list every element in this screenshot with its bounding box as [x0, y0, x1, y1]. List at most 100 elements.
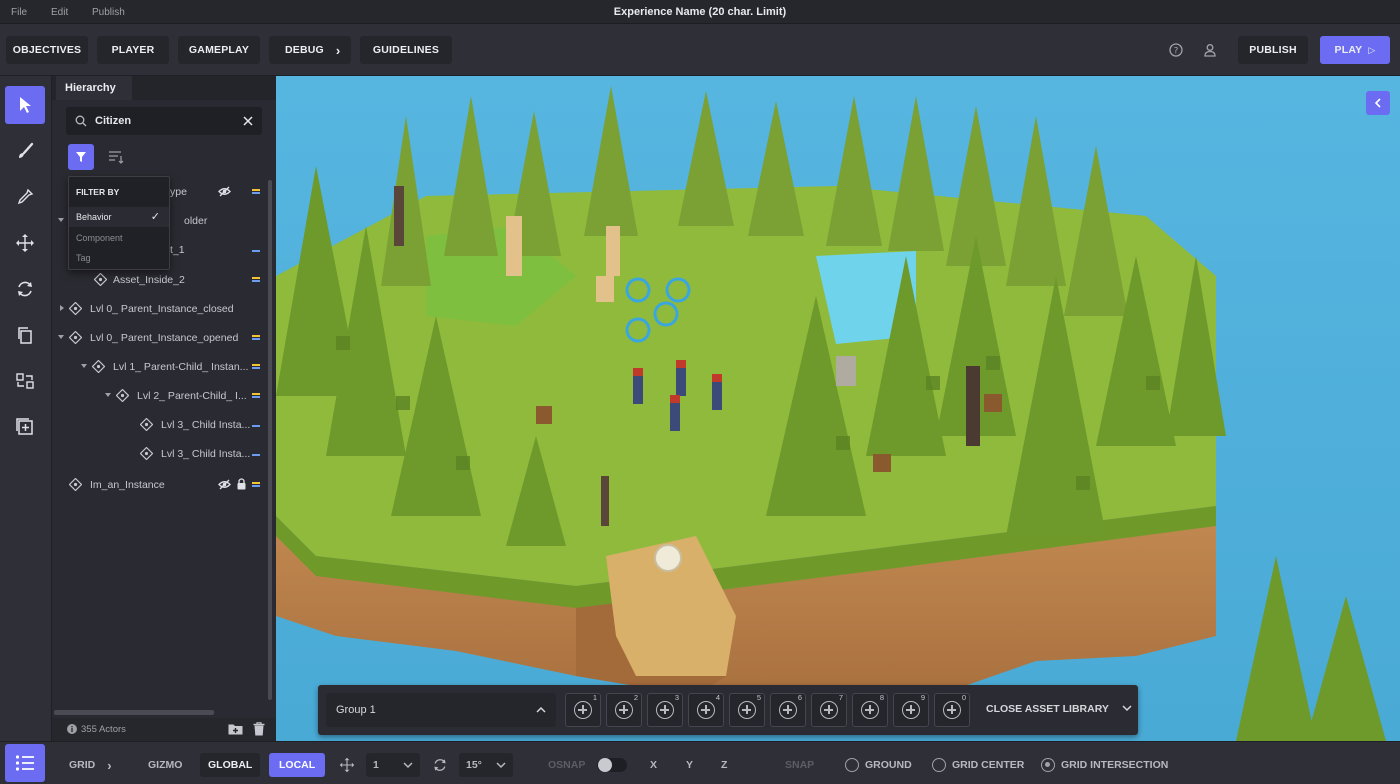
vertical-scrollbar[interactable] [268, 180, 272, 700]
play-button[interactable]: PLAY ▷ [1320, 36, 1390, 64]
filter-option-component[interactable]: Component [69, 228, 169, 248]
expand-arrow-icon[interactable] [105, 393, 111, 397]
grid-toggle[interactable]: GRID › [69, 753, 112, 777]
rotate-step-value: 15° [466, 759, 482, 771]
menu-edit[interactable]: Edit [51, 7, 68, 18]
close-asset-library-label: CLOSE ASSET LIBRARY [986, 703, 1109, 715]
add-circle-icon [820, 701, 838, 719]
add-circle-icon [615, 701, 633, 719]
tree-row-11[interactable]: Im_an_Instance [52, 474, 270, 496]
tab-gameplay[interactable]: GAMEPLAY [178, 36, 260, 64]
tab-debug[interactable]: DEBUG › [269, 36, 351, 64]
publish-button[interactable]: PUBLISH [1238, 36, 1308, 64]
group-select[interactable]: Group 1 [326, 693, 556, 727]
tab-player[interactable]: PLAYER [97, 36, 169, 64]
paint-tool[interactable] [5, 132, 45, 170]
behavior-marker [252, 364, 260, 369]
tool-sidebar [0, 76, 52, 741]
local-button[interactable]: LOCAL [269, 753, 326, 777]
trash-icon[interactable] [253, 722, 265, 736]
info-icon [67, 724, 77, 734]
list-view-button[interactable] [5, 744, 45, 782]
collapse-panel-button[interactable] [1366, 91, 1390, 115]
filter-option-behavior[interactable]: Behavior ✓ [69, 207, 169, 227]
asset-slot[interactable]: 7 [811, 693, 847, 727]
asset-slot[interactable]: 2 [606, 693, 642, 727]
slot-number: 4 [715, 693, 720, 702]
move-tool[interactable] [5, 224, 45, 262]
tree-row-6[interactable]: Lvl 0_ Parent_Instance_opened [52, 327, 270, 349]
asset-slot[interactable]: 8 [852, 693, 888, 727]
horizontal-scrollbar[interactable] [54, 710, 214, 715]
axis-x-button[interactable]: X [644, 753, 663, 777]
search-icon [75, 115, 87, 127]
snap-grid-intersection-label: GRID INTERSECTION [1061, 759, 1169, 771]
snap-ground-option[interactable]: GROUND [845, 753, 912, 777]
tree-row-8[interactable]: Lvl 2_ Parent-Child_ I... [52, 385, 270, 407]
checkmark-icon: ✓ [150, 211, 160, 223]
chevron-down-icon [1122, 705, 1132, 712]
sort-icon [109, 151, 124, 164]
tab-guidelines[interactable]: GUIDELINES [360, 36, 452, 64]
hierarchy-search-input[interactable]: Citizen [66, 107, 262, 135]
add-circle-icon [943, 701, 961, 719]
visibility-hidden-icon[interactable] [218, 479, 231, 490]
add-folder-icon[interactable] [228, 723, 243, 735]
menu-publish[interactable]: Publish [92, 7, 125, 18]
filter-option-label: Behavior [76, 212, 112, 222]
asset-slot[interactable]: 4 [688, 693, 724, 727]
select-tool[interactable] [5, 86, 45, 124]
tab-objectives[interactable]: OBJECTIVES [6, 36, 88, 64]
chevron-left-icon [1374, 98, 1381, 108]
tree-row-4[interactable]: Asset_Inside_2 [52, 269, 270, 291]
play-icon: ▷ [1368, 44, 1376, 55]
asset-slot[interactable]: 0 [934, 693, 970, 727]
visibility-hidden-icon[interactable] [218, 186, 231, 197]
clear-search-icon[interactable] [243, 116, 253, 126]
osnap-toggle[interactable] [597, 753, 627, 777]
panel-footer: 355 Actors [52, 718, 276, 741]
add-circle-icon [738, 701, 756, 719]
asset-slot[interactable]: 6 [770, 693, 806, 727]
instance-icon [69, 331, 82, 344]
filter-option-tag[interactable]: Tag [69, 248, 169, 268]
swap-tool[interactable] [5, 362, 45, 400]
close-asset-library-button[interactable]: CLOSE ASSET LIBRARY [986, 703, 1132, 715]
snap-label: SNAP [785, 759, 815, 771]
eyedropper-tool[interactable] [5, 178, 45, 216]
rotate-tool[interactable] [5, 270, 45, 308]
move-step-select[interactable]: 1 [366, 753, 420, 777]
axis-y-button[interactable]: Y [680, 753, 699, 777]
menu-file[interactable]: File [11, 7, 27, 18]
rotate-step-select[interactable]: 15° [459, 753, 513, 777]
component-marker [252, 453, 260, 456]
scene-viewport[interactable] [276, 76, 1400, 741]
tree-row-9[interactable]: Lvl 3_ Child Insta... [52, 414, 270, 436]
snap-grid-intersection-option[interactable]: GRID INTERSECTION [1041, 753, 1168, 777]
lock-icon[interactable] [237, 478, 246, 490]
user-icon[interactable] [1198, 38, 1222, 62]
tab-hierarchy[interactable]: Hierarchy [56, 76, 132, 100]
expand-arrow-icon[interactable] [58, 218, 64, 222]
add-asset-tool[interactable] [5, 408, 45, 446]
asset-slot[interactable]: 9 [893, 693, 929, 727]
filter-button[interactable] [68, 144, 94, 170]
sort-button[interactable] [104, 146, 128, 168]
expand-arrow-icon[interactable] [58, 335, 64, 339]
tree-row-10[interactable]: Lvl 3_ Child Insta... [52, 443, 270, 465]
collapsed-arrow-icon[interactable] [60, 305, 64, 311]
asset-slot[interactable]: 5 [729, 693, 765, 727]
asset-slot[interactable]: 1 [565, 693, 601, 727]
snap-grid-center-option[interactable]: GRID CENTER [932, 753, 1024, 777]
tree-row-5[interactable]: Lvl 0_ Parent_Instance_closed [52, 298, 270, 320]
snap-ground-label: GROUND [865, 759, 912, 771]
expand-arrow-icon[interactable] [81, 364, 87, 368]
tree-row-7[interactable]: Lvl 1_ Parent-Child_ Instan... [52, 356, 270, 378]
chevron-up-icon [536, 706, 546, 713]
global-button[interactable]: GLOBAL [200, 753, 261, 777]
axis-z-button[interactable]: Z [715, 753, 733, 777]
duplicate-tool[interactable] [5, 316, 45, 354]
asset-slot[interactable]: 3 [647, 693, 683, 727]
behavior-marker [252, 277, 260, 282]
help-icon[interactable]: ? [1164, 38, 1188, 62]
